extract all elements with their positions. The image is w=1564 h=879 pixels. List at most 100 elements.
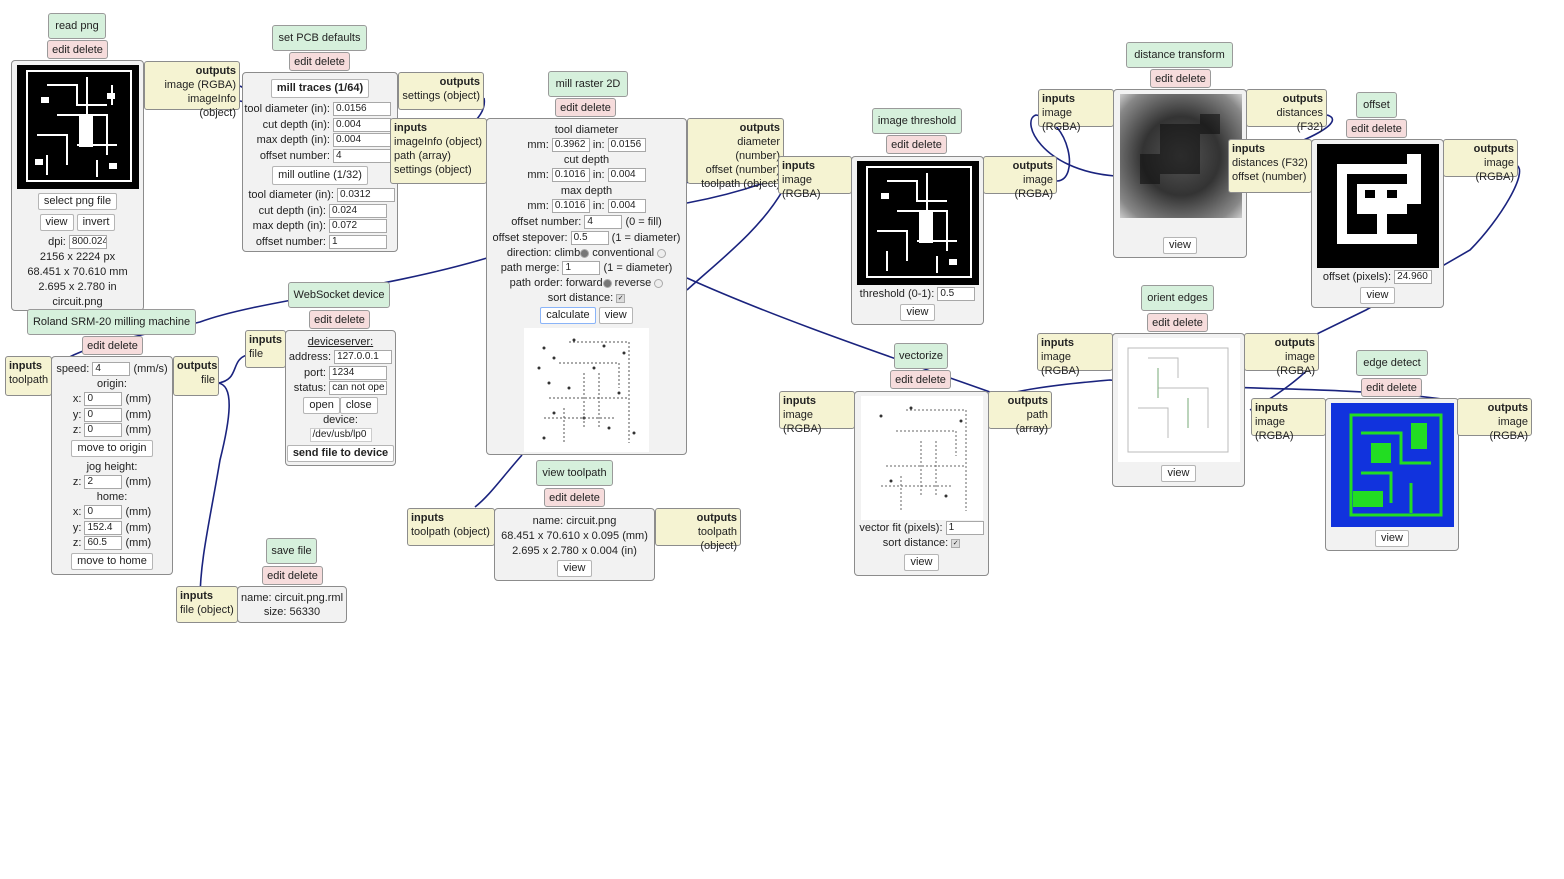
read-png-title[interactable]: read png (48, 13, 106, 39)
mill-raster-title[interactable]: mill raster 2D (548, 71, 628, 97)
output-image[interactable]: image (RGBA) (1277, 351, 1316, 377)
websocket-edit-delete[interactable]: edit delete (309, 310, 370, 329)
md-mm-input[interactable]: 0.1016 (551, 199, 590, 214)
output-path[interactable]: path (array) (1016, 409, 1048, 435)
image-threshold-title[interactable]: image threshold (872, 108, 962, 134)
offset-title[interactable]: offset (1356, 92, 1397, 118)
input-file[interactable]: file (249, 348, 263, 360)
output-image[interactable]: image (RGBA) (1490, 416, 1529, 442)
origin-y-input[interactable]: 0 (84, 408, 123, 423)
mill-raster-edit-delete[interactable]: edit delete (555, 98, 616, 117)
view-button[interactable]: view (557, 560, 592, 577)
output-offset[interactable]: offset (number) (706, 164, 780, 176)
output-diameter[interactable]: diameter (number) (735, 136, 780, 162)
orient-edges-inputs[interactable]: inputs image (RGBA) (1037, 333, 1113, 377)
jog-z-input[interactable]: 2 (84, 475, 123, 490)
view-button[interactable]: view (904, 554, 939, 571)
input-file[interactable]: file (object) (180, 604, 234, 616)
outline-max-depth-input[interactable]: 0.072 (329, 219, 387, 233)
origin-x-input[interactable]: 0 (84, 392, 123, 407)
home-z-input[interactable]: 60.5 (84, 536, 123, 551)
websocket-title[interactable]: WebSocket device (288, 282, 390, 308)
offset-edit-delete[interactable]: edit delete (1346, 119, 1407, 138)
input-toolpath[interactable]: toolpath (9, 374, 48, 386)
trace-offset-number-input[interactable]: 4 (333, 148, 391, 163)
move-to-origin-button[interactable]: move to origin (71, 440, 153, 457)
input-toolpath[interactable]: toolpath (object) (411, 526, 490, 538)
dpi-input[interactable]: 800.024 (68, 235, 107, 250)
address-input[interactable]: 127.0.0.1 (334, 350, 393, 365)
offset-number-input[interactable]: 4 (584, 215, 623, 230)
save-file-edit-delete[interactable]: edit delete (262, 566, 323, 585)
edge-detect-edit-delete[interactable]: edit delete (1361, 378, 1422, 397)
input-image[interactable]: image (RGBA) (1042, 107, 1081, 133)
input-imageinfo[interactable]: imageInfo (object) (394, 136, 482, 148)
pcb-defaults-title[interactable]: set PCB defaults (272, 25, 367, 51)
save-file-inputs[interactable]: inputs file (object) (176, 586, 238, 623)
send-file-button[interactable]: send file to device (286, 445, 395, 462)
orient-edges-title[interactable]: orient edges (1141, 285, 1214, 311)
view-button[interactable]: view (1374, 530, 1409, 547)
roland-inputs[interactable]: inputs toolpath (5, 356, 52, 396)
read-png-outputs[interactable]: outputs image (RGBA) imageInfo (object) (144, 61, 240, 119)
roland-outputs[interactable]: outputs file (173, 356, 219, 396)
td-in-input[interactable]: 0.0156 (607, 138, 646, 153)
cd-in-input[interactable]: 0.004 (607, 168, 646, 183)
climb-radio[interactable] (580, 248, 590, 258)
input-image[interactable]: image (RGBA) (783, 409, 822, 435)
merge-input[interactable]: 1 (562, 261, 601, 276)
output-image[interactable]: image (RGBA) (1015, 174, 1054, 200)
view-toolpath-inputs[interactable]: inputs toolpath (object) (407, 508, 495, 546)
offset-pixels-input[interactable]: 24.960 (1394, 270, 1433, 285)
websocket-inputs[interactable]: inputs file (245, 330, 286, 368)
mill-raster-inputs[interactable]: inputs imageInfo (object) path (array) s… (390, 118, 487, 184)
trace-tool-diameter-input[interactable]: 0.0156 (333, 102, 391, 116)
output-image[interactable]: image (RGBA) (1476, 157, 1515, 183)
output-settings[interactable]: settings (object) (402, 90, 480, 102)
stepover-input[interactable]: 0.5 (570, 231, 609, 246)
input-offset[interactable]: offset (number) (1232, 171, 1306, 183)
view-toolpath-outputs[interactable]: outputs toolpath (object) (655, 508, 741, 552)
view-toolpath-edit-delete[interactable]: edit delete (544, 488, 605, 507)
input-distances[interactable]: distances (F32) (1232, 157, 1308, 169)
reverse-radio[interactable] (654, 278, 664, 288)
threshold-input[interactable]: 0.5 (937, 287, 976, 302)
pcb-defaults-edit-delete[interactable]: edit delete (289, 52, 350, 71)
input-image[interactable]: image (RGBA) (782, 174, 821, 200)
input-image[interactable]: image (RGBA) (1041, 351, 1080, 377)
port-input[interactable]: 1234 (329, 366, 388, 381)
orient-edges-edit-delete[interactable]: edit delete (1147, 313, 1208, 332)
vectorize-edit-delete[interactable]: edit delete (890, 370, 951, 389)
view-button[interactable]: view (598, 307, 633, 324)
calculate-button[interactable]: calculate (540, 307, 596, 324)
output-image[interactable]: image (RGBA) (164, 79, 236, 91)
view-button[interactable]: view (39, 214, 74, 231)
trace-max-depth-input[interactable]: 0.004 (333, 133, 391, 147)
view-button[interactable]: view (1161, 465, 1196, 482)
outline-tool-diameter-input[interactable]: 0.0312 (337, 188, 395, 202)
home-x-input[interactable]: 0 (84, 505, 123, 520)
select-png-button[interactable]: select png file (37, 193, 118, 210)
outline-offset-number-input[interactable]: 1 (329, 234, 387, 249)
speed-input[interactable]: 4 (92, 362, 131, 377)
output-toolpath[interactable]: toolpath (object) (701, 178, 780, 190)
mill-outline-button[interactable]: mill outline (1/32) (272, 166, 368, 185)
open-button[interactable]: open (303, 397, 340, 414)
offset-outputs[interactable]: outputs image (RGBA) (1443, 139, 1518, 183)
distance-transform-inputs[interactable]: inputs image (RGBA) (1038, 89, 1114, 133)
distance-transform-outputs[interactable]: outputs distances (F32) (1246, 89, 1327, 133)
read-png-edit-delete[interactable]: edit delete (47, 40, 108, 59)
outline-cut-depth-input[interactable]: 0.024 (329, 203, 387, 218)
td-mm-input[interactable]: 0.3962 (551, 138, 590, 153)
distance-transform-title[interactable]: distance transform (1126, 42, 1233, 68)
output-toolpath[interactable]: toolpath (object) (698, 526, 737, 552)
roland-edit-delete[interactable]: edit delete (82, 336, 143, 355)
edge-detect-inputs[interactable]: inputs image (RGBA) (1251, 398, 1326, 442)
distance-transform-edit-delete[interactable]: edit delete (1150, 69, 1211, 88)
move-to-home-button[interactable]: move to home (71, 553, 153, 570)
vector-fit-input[interactable]: 1 (945, 521, 984, 536)
mill-traces-button[interactable]: mill traces (1/64) (270, 79, 370, 98)
md-in-input[interactable]: 0.004 (607, 199, 646, 214)
close-button[interactable]: close (339, 397, 378, 414)
image-threshold-edit-delete[interactable]: edit delete (886, 135, 947, 154)
